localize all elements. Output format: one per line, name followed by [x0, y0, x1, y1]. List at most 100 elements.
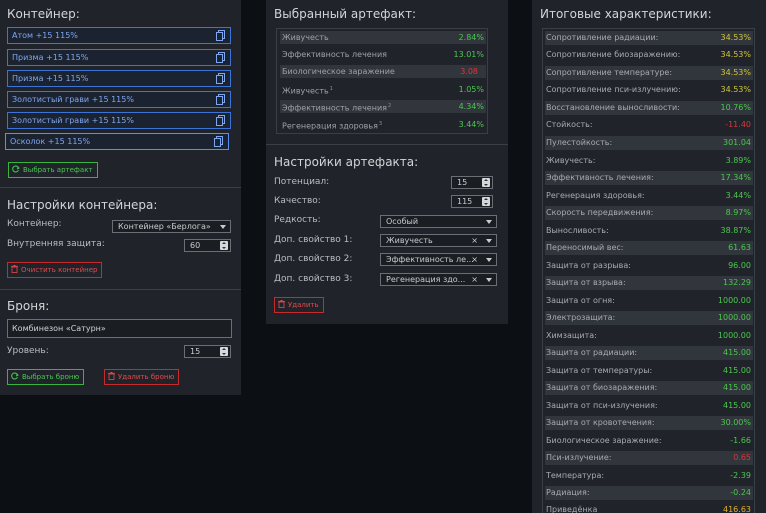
stat-value: 415.00: [723, 383, 751, 392]
stat-name: Защита от температуры:: [546, 366, 653, 375]
choose-armor-button[interactable]: Выбрать броню: [7, 369, 85, 385]
total-stat-row: Защита от пси-излучения: 415.00: [545, 399, 753, 413]
delete-armor-button[interactable]: Удалить броню: [104, 369, 180, 385]
total-stat-row: Защита от биозаражения: 415.00: [545, 381, 753, 395]
potential-label: Потенциал:: [274, 177, 330, 187]
container-label: Контейнер:: [7, 219, 62, 229]
stat-name: Радиация:: [546, 488, 590, 497]
selected-artifact-title: Выбранный артефакт:: [274, 7, 417, 21]
stat-value: 415.00: [723, 348, 751, 357]
quality-input[interactable]: 115: [451, 195, 493, 208]
stat-name: Сопротивление температуре:: [546, 68, 673, 77]
chevron-down-icon: [486, 278, 492, 282]
stat-name: Защита от радиации:: [546, 348, 638, 357]
copy-icon[interactable]: [216, 73, 225, 84]
stat-name: Защита от огня:: [546, 296, 615, 305]
total-stat-row: Температура: -2.39: [545, 469, 753, 483]
copy-icon[interactable]: [214, 136, 223, 147]
stat-value: 61.63: [728, 243, 751, 252]
container-slot[interactable]: Атом +15 115%: [7, 27, 231, 44]
total-stat-row: Защита от огня: 1000.00: [545, 294, 753, 308]
stat-name: Эффективность лечения2: [282, 103, 392, 113]
total-stat-row: Выносливость: 38.87%: [545, 224, 753, 238]
stat-value: 34.53%: [720, 50, 751, 59]
artifact-stat-row: Живучесть 2.84%: [280, 31, 486, 44]
stepper-icon[interactable]: [220, 241, 228, 250]
prop1-select[interactable]: Живучесть ×: [380, 234, 497, 247]
container-slot[interactable]: Призма +15 115%: [7, 70, 231, 87]
rarity-select[interactable]: Особый: [380, 215, 497, 228]
stat-name: Приведёнка: [546, 505, 598, 513]
protection-input[interactable]: 60: [184, 239, 231, 252]
stat-value: 1000.00: [717, 296, 751, 305]
copy-icon[interactable]: [216, 94, 225, 105]
stat-name: Защита от разрыва:: [546, 261, 631, 270]
prop3-select[interactable]: Регенерация здо... ×: [380, 273, 497, 286]
prop3-value: Регенерация здо...: [386, 275, 466, 284]
artifact-stat-row: Эффективность лечения 13.01%: [280, 48, 486, 61]
clear-icon[interactable]: ×: [471, 254, 478, 265]
choose-armor-label: Выбрать броню: [22, 373, 80, 381]
container-slot[interactable]: Призма +15 115%: [7, 49, 231, 66]
stat-name: Выносливость:: [546, 226, 609, 235]
clear-icon[interactable]: ×: [471, 274, 478, 285]
total-stat-row: Защита от взрыва: 132.29: [545, 276, 753, 290]
container-slot-selected[interactable]: Осколок +15 115%: [5, 133, 229, 150]
copy-icon[interactable]: [216, 115, 225, 126]
stat-name: Пулестойкость:: [546, 138, 613, 147]
total-stat-row: Защита от температуры: 415.00: [545, 364, 753, 378]
total-stat-row: Защита от кровотечения: 30.00%: [545, 416, 753, 430]
artifact-stat-row: Эффективность лечения2 4.34%: [280, 100, 486, 113]
total-stat-row: Радиация: -0.24: [545, 486, 753, 500]
stat-value: 34.53%: [720, 68, 751, 77]
total-stat-row: Переносимый вес: 61.63: [545, 241, 753, 255]
clear-container-button[interactable]: Очистить контейнер: [7, 262, 103, 278]
stat-value: 301.04: [723, 138, 751, 147]
stat-value: 3.44%: [458, 120, 484, 129]
container-slot[interactable]: Золотистый грави +15 115%: [7, 112, 231, 129]
stepper-icon[interactable]: [482, 178, 490, 187]
armor-input[interactable]: Комбинезон «Сатурн»: [7, 319, 232, 338]
total-stat-row: Сопротивление температуре: 34.53%: [545, 66, 753, 80]
clear-container-label: Очистить контейнер: [21, 266, 98, 274]
stepper-icon[interactable]: [482, 197, 490, 206]
copy-icon[interactable]: [216, 30, 225, 41]
trash-icon: [11, 265, 18, 273]
stat-name: Сопротивление пси-излучению:: [546, 85, 681, 94]
copy-icon[interactable]: [216, 52, 225, 63]
container-select[interactable]: Контейнер «Берлога»: [112, 220, 231, 233]
artifact-stat-row: Регенерация здоровья3 3.44%: [280, 118, 486, 131]
level-input[interactable]: 15: [184, 345, 231, 358]
delete-artifact-button[interactable]: Удалить: [274, 297, 324, 313]
level-value: 15: [190, 347, 201, 356]
total-stat-row: Пси-излучение: 0.65: [545, 451, 753, 465]
stat-name: Регенерация здоровья3: [282, 121, 383, 131]
clear-icon[interactable]: ×: [471, 235, 478, 246]
stat-name: Защита от биозаражения:: [546, 383, 658, 392]
prop2-select[interactable]: Эффективность ле... ×: [380, 253, 497, 266]
chevron-down-icon: [486, 220, 492, 224]
artifact-stat-row: Биологическое заражение 3.08: [280, 65, 486, 78]
stat-name: Живучесть1: [282, 86, 333, 96]
stat-name: Защита от пси-излучения:: [546, 401, 658, 410]
choose-artifact-button[interactable]: Выбрать артефакт: [8, 162, 98, 178]
slot-label: Призма +15 115%: [12, 53, 89, 62]
stepper-icon[interactable]: [220, 347, 228, 356]
stat-value: 96.00: [728, 261, 751, 270]
stat-name: Живучесть: [282, 33, 329, 42]
stat-name: Стойкость:: [546, 120, 593, 129]
slot-label: Атом +15 115%: [12, 31, 78, 40]
stat-name: Температура:: [546, 471, 605, 480]
total-stat-row: Сопротивление биозаражению: 34.53%: [545, 48, 753, 62]
stat-value: 1000.00: [717, 313, 751, 322]
armor-title: Броня:: [7, 299, 50, 313]
stat-value: -1.66: [730, 436, 751, 445]
stat-value: 2.84%: [458, 33, 484, 42]
prop1-label: Доп. свойство 1:: [274, 235, 353, 245]
stat-value: 132.29: [723, 278, 751, 287]
total-stat-row: Восстановление выносливости: 10.76%: [545, 101, 753, 115]
stat-name: Химзащита:: [546, 331, 597, 340]
stat-value: 3.89%: [725, 156, 751, 165]
container-slot[interactable]: Золотистый грави +15 115%: [7, 91, 231, 108]
potential-input[interactable]: 15: [451, 176, 493, 189]
